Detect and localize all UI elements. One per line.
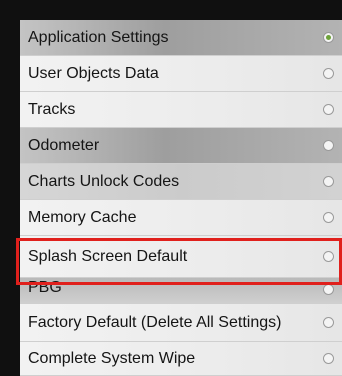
menu-item-label: Factory Default (Delete All Settings) [28, 314, 282, 331]
radio-icon[interactable] [323, 284, 334, 295]
radio-icon[interactable] [323, 104, 334, 115]
menu-item-complete-system-wipe[interactable]: Complete System Wipe [20, 342, 342, 376]
radio-icon[interactable] [323, 251, 334, 262]
menu-item-label: Application Settings [28, 29, 169, 46]
menu-item-charts-unlock-codes[interactable]: Charts Unlock Codes [20, 164, 342, 200]
radio-icon[interactable] [323, 212, 334, 223]
menu-item-user-objects-data[interactable]: User Objects Data [20, 56, 342, 92]
menu-item-tracks[interactable]: Tracks [20, 92, 342, 128]
device-screen: Application Settings User Objects Data T… [0, 0, 342, 376]
radio-icon[interactable] [323, 68, 334, 79]
menu-item-label: Splash Screen Default [28, 248, 188, 265]
menu-item-label: Complete System Wipe [28, 350, 196, 367]
radio-selected-icon[interactable] [323, 32, 334, 43]
menu-item-pbg[interactable]: PBG [20, 278, 342, 304]
menu-item-application-settings[interactable]: Application Settings [20, 20, 342, 56]
radio-icon[interactable] [323, 140, 334, 151]
menu-item-label: Odometer [28, 137, 100, 154]
radio-icon[interactable] [323, 317, 334, 328]
radio-icon[interactable] [323, 353, 334, 364]
menu-item-memory-cache[interactable]: Memory Cache [20, 200, 342, 236]
menu-item-label: Charts Unlock Codes [28, 173, 180, 190]
menu-item-label: Memory Cache [28, 209, 137, 226]
menu-item-factory-default[interactable]: Factory Default (Delete All Settings) [20, 304, 342, 342]
menu-item-label: Tracks [28, 101, 76, 118]
settings-menu: Application Settings User Objects Data T… [20, 20, 342, 376]
menu-item-splash-screen-default[interactable]: Splash Screen Default [20, 236, 342, 278]
menu-item-odometer[interactable]: Odometer [20, 128, 342, 164]
radio-icon[interactable] [323, 176, 334, 187]
menu-item-label: PBG [28, 279, 62, 296]
menu-item-label: User Objects Data [28, 65, 159, 82]
